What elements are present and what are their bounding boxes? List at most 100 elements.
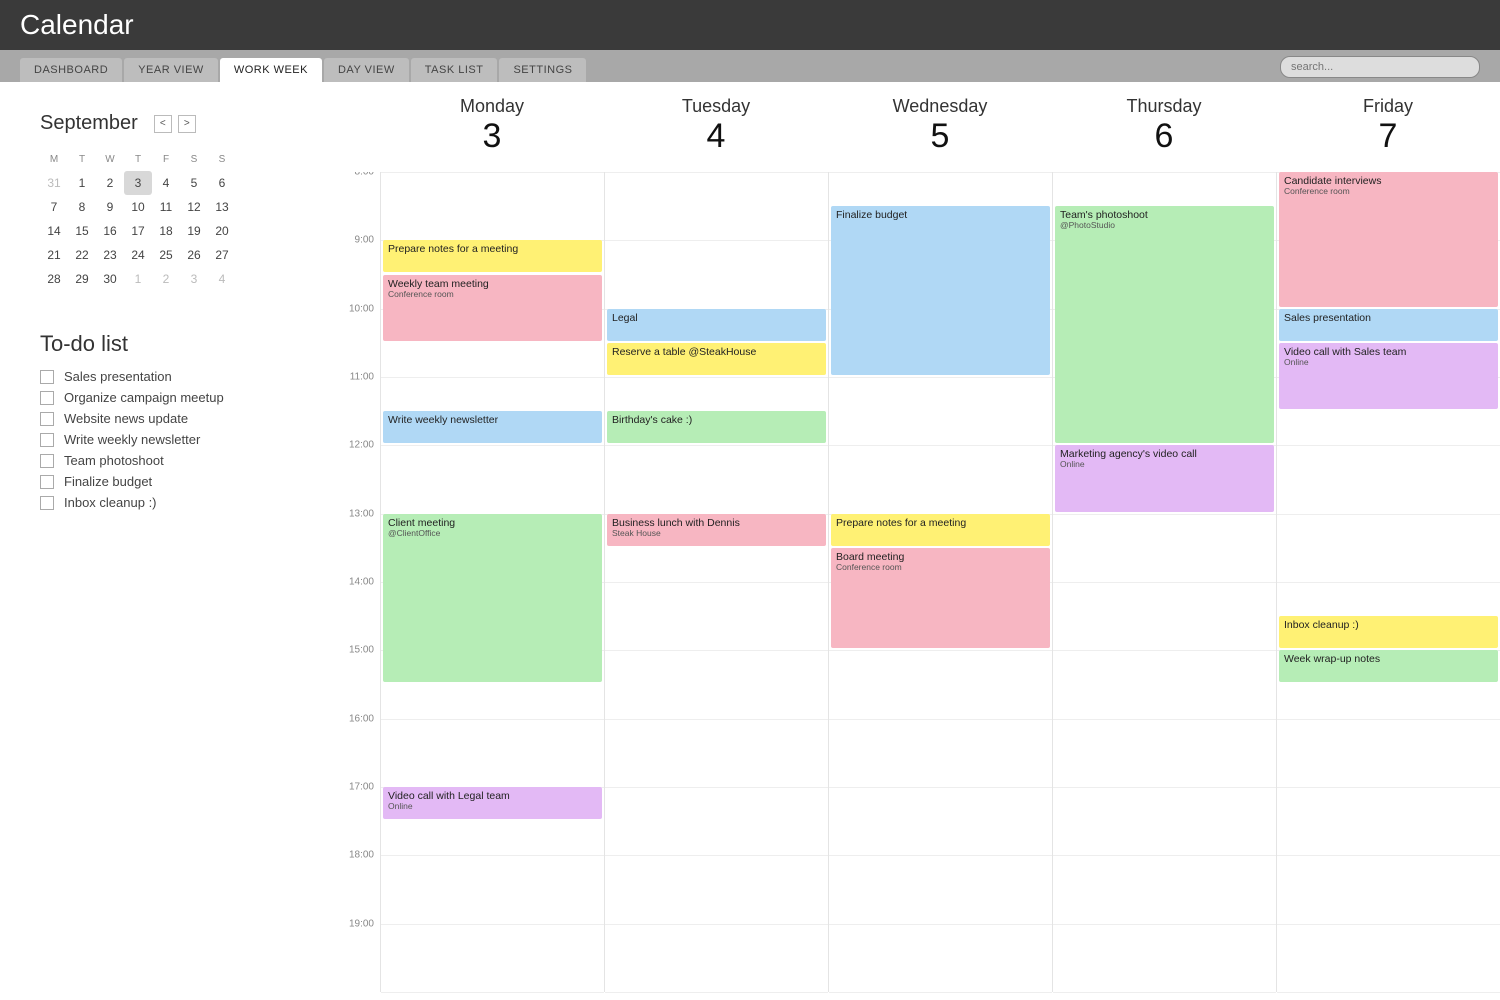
day-header: Tuesday4 [604,82,828,172]
mini-cal-day[interactable]: 25 [152,243,180,267]
mini-cal-day[interactable]: 19 [180,219,208,243]
todo-checkbox[interactable] [40,475,54,489]
day-column[interactable]: Finalize budget Prepare notes for a meeti… [828,172,1052,992]
tab-work-week[interactable]: WORK WEEK [220,58,322,82]
prev-month-button[interactable]: < [154,115,172,133]
mini-cal-day[interactable]: 4 [208,267,236,291]
event-title: Prepare notes for a meeting [836,517,1045,529]
todo-checkbox[interactable] [40,433,54,447]
mini-cal-day[interactable]: 24 [124,243,152,267]
calendar-event[interactable]: Board meetingConference room [831,548,1050,649]
mini-cal-day[interactable]: 30 [96,267,124,291]
search-input[interactable] [1280,56,1480,78]
tab-task-list[interactable]: TASK LIST [411,58,498,82]
calendar-event[interactable]: Prepare notes for a meeting [831,514,1050,546]
mini-cal-day[interactable]: 3 [180,267,208,291]
calendar-event[interactable]: Reserve a table @SteakHouse [607,343,826,375]
mini-cal-day[interactable]: 20 [208,219,236,243]
tab-day-view[interactable]: DAY VIEW [324,58,409,82]
calendar-event[interactable]: Legal [607,309,826,341]
mini-cal-day[interactable]: 8 [68,195,96,219]
todo-label: Website news update [64,411,188,426]
mini-cal-day[interactable]: 12 [180,195,208,219]
calendar-event[interactable]: Week wrap-up notes [1279,650,1498,682]
todo-checkbox[interactable] [40,412,54,426]
event-title: Birthday's cake :) [612,414,821,426]
todo-checkbox[interactable] [40,496,54,510]
calendar-event[interactable]: Business lunch with DennisSteak House [607,514,826,546]
mini-cal-day[interactable]: 10 [124,195,152,219]
day-column[interactable]: Team's photoshoot@PhotoStudioMarketing a… [1052,172,1276,992]
calendar-event[interactable]: Team's photoshoot@PhotoStudio [1055,206,1274,443]
mini-cal-day[interactable]: 14 [40,219,68,243]
mini-cal-day[interactable]: 31 [40,171,68,195]
event-title: Write weekly newsletter [388,414,597,426]
day-of-week-label: Friday [1276,96,1500,117]
calendar-event[interactable]: Weekly team meetingConference room [383,275,602,341]
calendar-event[interactable]: Video call with Sales teamOnline [1279,343,1498,409]
todo-label: Finalize budget [64,474,152,489]
mini-cal-day[interactable]: 23 [96,243,124,267]
mini-cal-day[interactable]: 1 [124,267,152,291]
mini-cal-day[interactable]: 16 [96,219,124,243]
mini-cal-day[interactable]: 17 [124,219,152,243]
tab-dashboard[interactable]: DASHBOARD [20,58,122,82]
mini-cal-day[interactable]: 9 [96,195,124,219]
day-of-month-label: 5 [828,117,1052,156]
mini-cal-dow: T [124,147,152,171]
mini-cal-dow: T [68,147,96,171]
mini-cal-dow: F [152,147,180,171]
calendar-event[interactable]: Candidate interviewsConference room [1279,172,1498,307]
mini-cal-day[interactable]: 28 [40,267,68,291]
day-column[interactable]: Candidate interviewsConference room Sales… [1276,172,1500,992]
calendar-event[interactable]: Marketing agency's video callOnline [1055,445,1274,511]
event-title: Sales presentation [1284,312,1493,324]
mini-cal-day[interactable]: 29 [68,267,96,291]
calendar-event[interactable]: Finalize budget [831,206,1050,375]
todo-item: Website news update [40,411,290,426]
tab-settings[interactable]: SETTINGS [499,58,586,82]
hour-label: 18:00 [349,850,374,861]
mini-cal-day[interactable]: 13 [208,195,236,219]
calendar-event[interactable]: Video call with Legal teamOnline [383,787,602,819]
calendar-event[interactable]: Sales presentation [1279,309,1498,341]
todo-checkbox[interactable] [40,370,54,384]
mini-cal-day[interactable]: 2 [152,267,180,291]
mini-cal-day[interactable]: 11 [152,195,180,219]
tab-year-view[interactable]: YEAR VIEW [124,58,218,82]
todo-checkbox[interactable] [40,454,54,468]
mini-cal-day[interactable]: 21 [40,243,68,267]
calendar-event[interactable]: Write weekly newsletter [383,411,602,443]
day-column[interactable]: LegalReserve a table @SteakHouse Birthday… [604,172,828,992]
todo-panel: To-do list Sales presentationOrganize ca… [40,331,290,516]
hour-label: 13:00 [349,508,374,519]
hour-label: 17:00 [349,782,374,793]
mini-cal-day[interactable]: 6 [208,171,236,195]
mini-cal-day[interactable]: 27 [208,243,236,267]
mini-cal-day[interactable]: 3 [124,171,152,195]
event-title: Marketing agency's video call [1060,448,1269,460]
mini-cal-day[interactable]: 4 [152,171,180,195]
calendar-event[interactable]: Birthday's cake :) [607,411,826,443]
day-of-week-label: Tuesday [604,96,828,117]
calendar-event[interactable]: Client meeting@ClientOffice [383,514,602,683]
event-location: Steak House [612,529,821,539]
mini-cal-day[interactable]: 1 [68,171,96,195]
week-view: Monday3Tuesday4Wednesday5Thursday6Friday… [320,82,1500,1000]
hour-label: 11:00 [350,372,374,383]
mini-cal-day[interactable]: 2 [96,171,124,195]
todo-item: Team photoshoot [40,453,290,468]
day-column[interactable]: Prepare notes for a meetingWeekly team m… [380,172,604,992]
mini-cal-day[interactable]: 5 [180,171,208,195]
todo-checkbox[interactable] [40,391,54,405]
week-body[interactable]: 8:009:0010:0011:0012:0013:0014:0015:0016… [320,172,1500,1000]
calendar-event[interactable]: Inbox cleanup :) [1279,616,1498,648]
mini-cal-day[interactable]: 22 [68,243,96,267]
mini-cal-day[interactable]: 7 [40,195,68,219]
calendar-event[interactable]: Prepare notes for a meeting [383,240,602,272]
search-box [1280,56,1480,78]
next-month-button[interactable]: > [178,115,196,133]
mini-cal-day[interactable]: 18 [152,219,180,243]
mini-cal-day[interactable]: 15 [68,219,96,243]
mini-cal-day[interactable]: 26 [180,243,208,267]
